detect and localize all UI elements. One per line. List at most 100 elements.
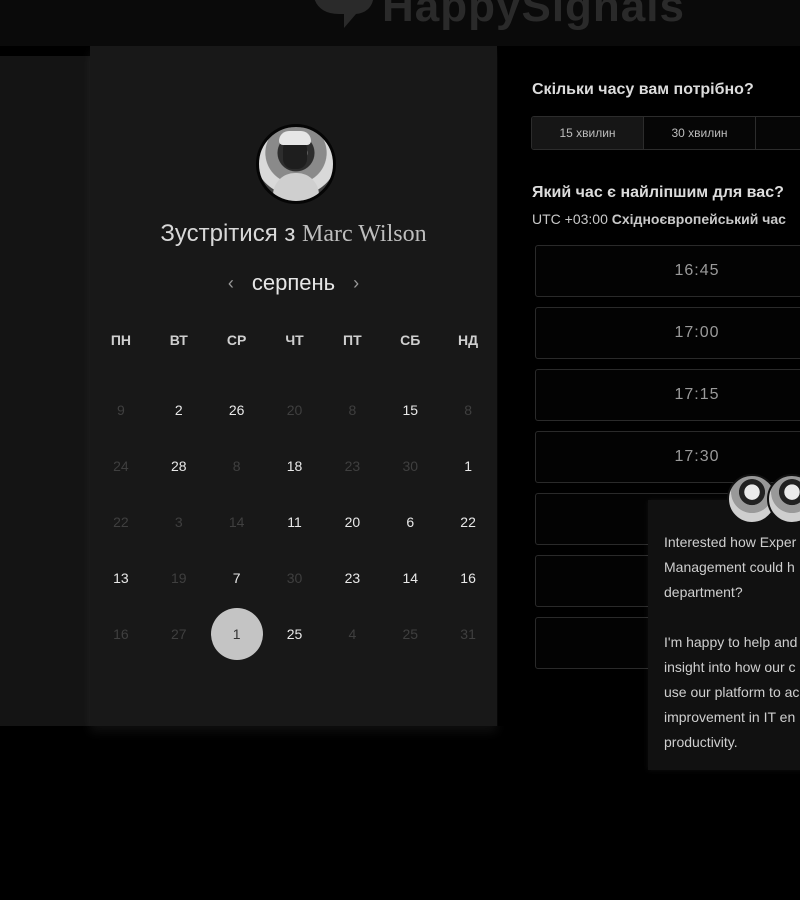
calendar-day[interactable]: 2 (150, 402, 208, 418)
chat-line: department? (664, 584, 743, 600)
chat-agent-avatar (767, 474, 800, 524)
chat-line: I'm happy to help and (664, 634, 798, 650)
calendar-day[interactable]: 16 (439, 570, 497, 586)
calendar-day-number: 16 (113, 626, 129, 642)
calendar-day-number: 15 (402, 402, 419, 418)
calendar-day-number: 8 (232, 458, 241, 474)
duration-selector: 15 хвилин30 хвилин1 (531, 116, 800, 150)
calendar-day-number: 31 (460, 626, 476, 642)
calendar-day-number: 8 (464, 402, 472, 418)
calendar-day-number: 23 (344, 458, 361, 474)
weekday-header-row: ПН ВТ СР ЧТ ПТ СБ НД (92, 328, 497, 352)
chevron-left-icon[interactable]: ‹ (228, 273, 234, 294)
calendar-day[interactable]: 7 (208, 570, 266, 586)
calendar-day: 25 (381, 626, 439, 642)
timezone-label[interactable]: UTC +03:00 Східноєвропейський час (532, 211, 786, 227)
top-header: HappySignals (0, 0, 800, 46)
calendar-day-number: 28 (171, 458, 187, 474)
chat-line: improvement in IT en (664, 709, 796, 725)
calendar-day-number: 24 (113, 458, 129, 474)
time-slot-label: 17:15 (674, 386, 720, 403)
calendar-day[interactable]: 26 (208, 402, 266, 418)
calendar-day[interactable]: 1 (439, 458, 497, 474)
chevron-right-icon[interactable]: › (353, 273, 359, 294)
calendar-day-selected[interactable]: 1 (208, 608, 266, 660)
calendar-day: 19 (150, 570, 208, 586)
meeting-title: Зустрітися з Marc Wilson (90, 220, 497, 248)
calendar-day: 3 (150, 514, 208, 530)
time-slot-label: 17:00 (674, 324, 720, 341)
time-slot[interactable]: 17:00 (535, 307, 800, 359)
calendar-day-number: 27 (171, 626, 187, 642)
chat-line: insight into how our c (664, 659, 796, 675)
calendar-day-number: 16 (460, 570, 476, 586)
calendar-day[interactable]: 15 (381, 402, 439, 418)
calendar-day: 23 (323, 458, 381, 474)
weekday-label: ПТ (343, 332, 362, 348)
calendar-day: 9 (92, 402, 150, 418)
calendar-panel: Зустрітися з Marc Wilson ‹ серпень › ПН В… (90, 46, 497, 726)
calendar-day-number: 8 (348, 402, 357, 418)
time-slot[interactable]: 17:15 (535, 369, 800, 421)
chat-paragraph: I'm happy to help and insight into how ou… (664, 630, 800, 755)
calendar-day: 8 (439, 402, 497, 418)
calendar-day-number: 13 (113, 570, 129, 586)
calendar-day-number: 22 (113, 514, 129, 530)
calendar-day-number: 14 (228, 514, 245, 530)
chat-line: Interested how Exper (664, 534, 797, 550)
chat-line: productivity. (664, 734, 738, 750)
calendar-day-number: 20 (286, 402, 303, 418)
calendar-day[interactable]: 11 (266, 514, 324, 530)
calendar-day[interactable]: 22 (439, 514, 497, 530)
calendar-day-number: 26 (228, 402, 245, 418)
host-name: Marc Wilson (302, 221, 427, 247)
duration-option[interactable]: 15 хвилин (532, 117, 644, 149)
weekday-label: СР (226, 332, 247, 348)
calendar-day: 30 (381, 458, 439, 474)
chat-avatars (727, 474, 800, 524)
month-navigation: ‹ серпень › (90, 270, 497, 296)
chat-message: Interested how Exper Management could h de… (664, 530, 800, 780)
duration-option[interactable]: 30 хвилин (644, 117, 756, 149)
calendar-day-number: 18 (286, 458, 303, 474)
brand-logo: HappySignals (304, 0, 685, 32)
calendar-day[interactable]: 6 (381, 514, 439, 530)
calendar-day[interactable]: 20 (323, 514, 381, 530)
calendar-day-number: 2 (174, 402, 183, 418)
calendar-day-number: 7 (232, 570, 241, 586)
calendar-day-number: 4 (348, 626, 357, 642)
weekday-label: ВТ (169, 332, 188, 348)
calendar-day[interactable]: 23 (323, 570, 381, 586)
calendar-day-number: 23 (344, 570, 361, 586)
calendar-day: 16 (92, 626, 150, 642)
calendar-day[interactable]: 13 (92, 570, 150, 586)
calendar-day-number: 20 (344, 514, 361, 530)
calendar-day-number: 25 (286, 626, 303, 642)
time-slot[interactable]: 16:45 (535, 245, 800, 297)
calendar-day-number: 9 (117, 402, 125, 418)
meeting-scheduler-page: HappySignals Зустрітися з Marc Wilson ‹ … (0, 0, 800, 900)
calendar-day-number: 14 (402, 570, 419, 586)
month-label: серпень (251, 270, 336, 295)
calendar-day: 30 (266, 570, 324, 586)
duration-question: Скільки часу вам потрібно? (532, 81, 754, 98)
brand-logo-text: HappySignals (382, 0, 685, 31)
calendar-week-row: 16 27 1 25 4 25 31 (92, 606, 497, 662)
calendar-day[interactable]: 18 (266, 458, 324, 474)
calendar-day-number: 6 (406, 514, 415, 530)
chat-line: Management could h (664, 559, 795, 575)
calendar-day: 20 (266, 402, 324, 418)
calendar-day: 4 (323, 626, 381, 642)
calendar-day-number: 3 (174, 514, 183, 530)
calendar-day-number: 19 (171, 570, 187, 586)
calendar-day-number: 11 (287, 514, 302, 530)
calendar-day-number: 22 (460, 514, 476, 530)
calendar-day[interactable]: 25 (266, 626, 324, 642)
calendar-day: 31 (439, 626, 497, 642)
calendar-day[interactable]: 14 (381, 570, 439, 586)
calendar-day: 22 (92, 514, 150, 530)
time-question: Який час є найліпшим для вас? (532, 184, 784, 201)
calendar-day[interactable]: 28 (150, 458, 208, 474)
duration-option[interactable]: 1 (756, 117, 800, 149)
calendar-day: 8 (208, 458, 266, 474)
